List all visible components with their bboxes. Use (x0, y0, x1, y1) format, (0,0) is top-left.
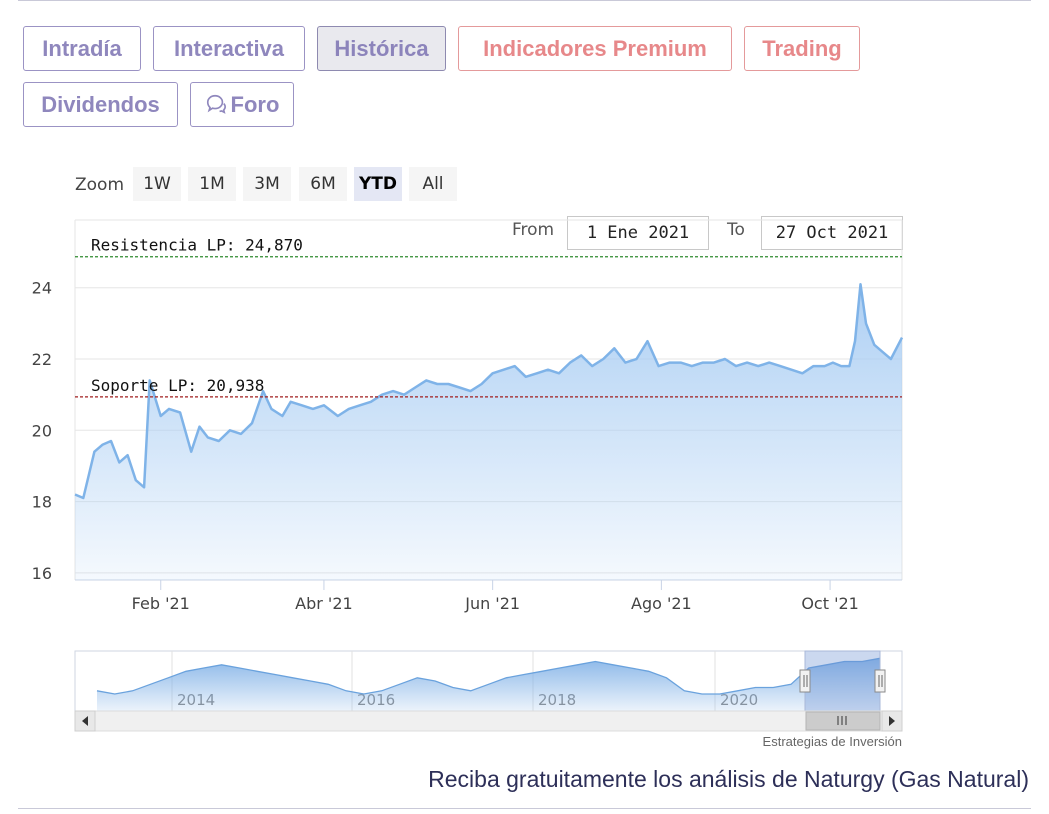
y-tick-label: 20 (32, 421, 52, 440)
y-tick-label: 24 (32, 279, 52, 298)
y-tick-label: 22 (32, 350, 52, 369)
price-chart: Resistencia LP: 24,870 Soporte LP: 20,938… (32, 219, 904, 732)
x-tick-label: Feb '21 (132, 594, 190, 613)
x-tick-label: Ago '21 (631, 594, 692, 613)
navigator-handle-left (799, 669, 811, 693)
level-label: Soporte LP: 20,938 (91, 376, 264, 395)
bottom-divider (18, 808, 1031, 809)
navigator-handle-right (874, 669, 886, 693)
level-label: Resistencia LP: 24,870 (91, 236, 303, 255)
series-area (75, 284, 902, 580)
chart-credit: Estrategias de Inversión (762, 734, 902, 749)
scrollbar-thumb (805, 711, 881, 731)
y-tick-label: 18 (32, 493, 52, 512)
scrollbar-track (74, 710, 903, 732)
y-tick-label: 16 (32, 564, 52, 583)
cta-text[interactable]: Reciba gratuitamente los análisis de Nat… (428, 766, 1029, 793)
x-tick-label: Abr '21 (295, 594, 353, 613)
x-tick-label: Jun '21 (464, 594, 520, 613)
navigator-selection (804, 650, 881, 712)
x-tick-label: Oct '21 (801, 594, 859, 613)
